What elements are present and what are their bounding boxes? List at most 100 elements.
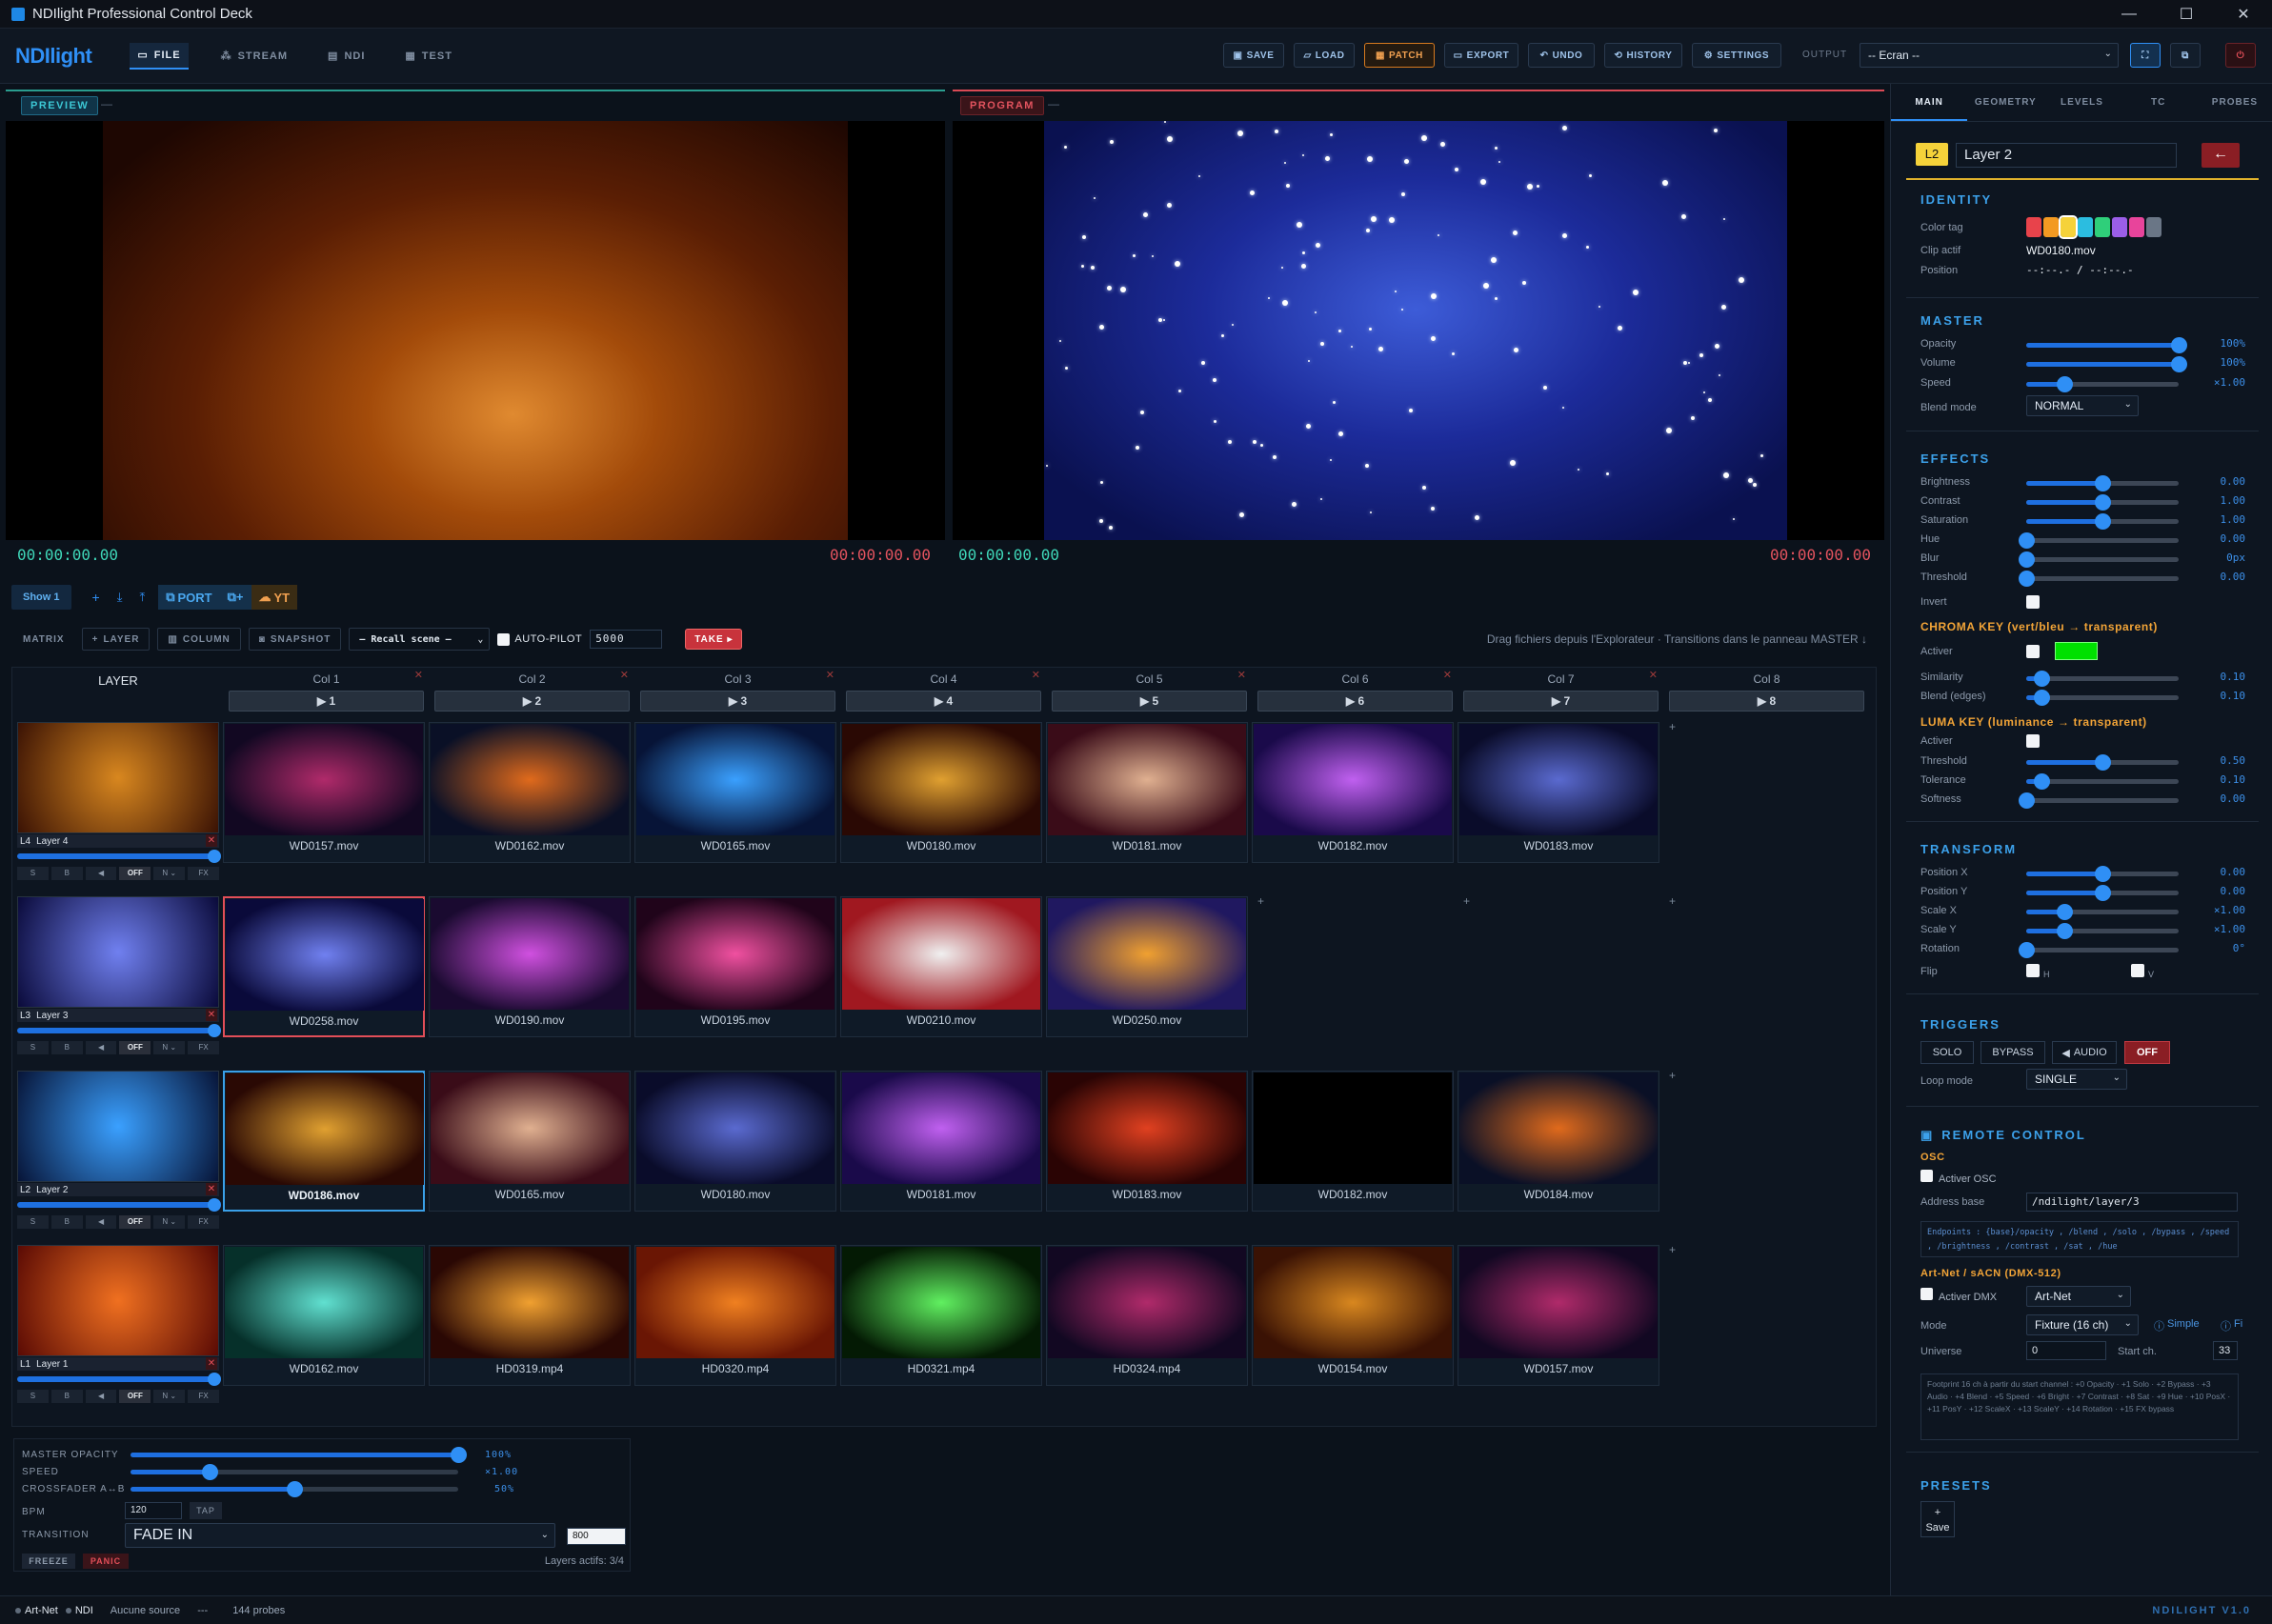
layer-btn[interactable]: ◀ (85, 867, 117, 880)
layer-name-input[interactable]: Layer 2 (1956, 143, 2177, 168)
port-button[interactable]: ⧉ PORT (158, 585, 220, 610)
tab-tc[interactable]: TC (2121, 84, 2197, 121)
chroma-color-swatch[interactable] (2055, 642, 2098, 660)
color-swatch[interactable] (2146, 217, 2161, 237)
show-tab[interactable]: Show 1 (11, 585, 71, 610)
luma-threshold-slider[interactable] (2026, 754, 2179, 771)
clip-cell[interactable]: WD0186.mov (223, 1071, 425, 1212)
layer-btn[interactable]: ◀ (85, 1390, 117, 1403)
close-icon[interactable]: ✕ (2215, 0, 2272, 29)
effect-slider[interactable] (2019, 571, 2179, 587)
start-channel-input[interactable]: 33 (2213, 1341, 2238, 1360)
clip-cell[interactable]: WD0157.mov (223, 722, 425, 863)
autopilot-checkbox[interactable] (497, 632, 511, 646)
transform-slider[interactable] (2026, 904, 2179, 920)
clip-cell[interactable]: HD0324.mp4 (1046, 1245, 1248, 1386)
play-column-button[interactable]: ▶ 1 (229, 691, 424, 712)
transform-slider[interactable] (2026, 923, 2179, 939)
close-icon[interactable]: ✕ (826, 669, 834, 681)
flip-h-checkbox[interactable] (2026, 964, 2040, 977)
patch-button[interactable]: ▦ PATCH (1364, 43, 1435, 68)
layer-btn[interactable]: FX (188, 1041, 219, 1054)
color-swatch[interactable] (2026, 217, 2041, 237)
effect-slider[interactable] (2026, 513, 2179, 530)
tolerance-slider[interactable] (2026, 773, 2179, 790)
add-clip-icon[interactable]: + (1669, 894, 1676, 908)
recall-scene-select[interactable]: – Recall scene – ⌄ (349, 628, 491, 651)
play-column-button[interactable]: ▶ 4 (846, 691, 1041, 712)
clip-cell[interactable]: WD0162.mov (429, 722, 631, 863)
download-icon[interactable]: ⤓ (117, 590, 123, 605)
tab-geometry[interactable]: GEOMETRY (1967, 84, 2043, 121)
clip-cell[interactable]: HD0320.mp4 (634, 1245, 836, 1386)
settings-button[interactable]: ⚙ SETTINGS (1692, 43, 1781, 68)
layer-btn[interactable]: FX (188, 867, 219, 880)
save-preset-button[interactable]: + Save (1920, 1501, 1955, 1537)
blend-edges-slider[interactable] (2026, 690, 2179, 706)
export-button[interactable]: ▭ EXPORT (1444, 43, 1518, 68)
clip-cell[interactable]: WD0182.mov (1252, 1071, 1454, 1212)
layer-btn[interactable]: B (50, 867, 83, 880)
bypass-button[interactable]: BYPASS (1980, 1041, 2045, 1064)
layer-thumbnail[interactable] (17, 1071, 219, 1182)
play-column-button[interactable]: ▶ 3 (640, 691, 835, 712)
upload-icon[interactable]: ⤒ (139, 590, 145, 605)
close-icon[interactable]: ✕ (206, 834, 217, 847)
dmx-mode-select[interactable]: Fixture (16 ch) ⌄ (2026, 1314, 2139, 1335)
layer-btn[interactable]: OFF (119, 1390, 151, 1403)
save-button[interactable]: ▣ SAVE (1223, 43, 1284, 68)
layer-btn[interactable]: B (50, 1215, 83, 1229)
clip-cell[interactable]: WD0258.mov (223, 896, 425, 1037)
layer-btn[interactable]: N ⌄ (153, 1215, 186, 1229)
add-clip-icon[interactable]: + (1669, 1069, 1676, 1082)
clip-cell[interactable]: WD0184.mov (1458, 1071, 1659, 1212)
clip-cell[interactable]: HD0321.mp4 (840, 1245, 1042, 1386)
layer-btn[interactable]: N ⌄ (153, 867, 186, 880)
clip-cell[interactable]: WD0181.mov (1046, 722, 1248, 863)
tab-probes[interactable]: PROBES (2197, 84, 2272, 121)
effect-slider[interactable] (2019, 551, 2179, 568)
color-swatch[interactable] (2059, 215, 2078, 239)
luma-activer-checkbox[interactable] (2026, 734, 2040, 748)
opacity-slider[interactable] (2026, 337, 2187, 353)
master-opacity-slider[interactable] (131, 1447, 467, 1463)
close-icon[interactable]: ✕ (414, 669, 423, 681)
clip-cell[interactable]: WD0154.mov (1252, 1245, 1454, 1386)
crossfader-slider[interactable] (131, 1481, 458, 1497)
close-icon[interactable]: ✕ (1649, 669, 1658, 681)
close-icon[interactable]: ✕ (620, 669, 629, 681)
dmx-protocol-select[interactable]: Art-Net ⌄ (2026, 1286, 2131, 1307)
close-icon[interactable]: ✕ (1237, 669, 1246, 681)
layer-btn[interactable]: ◀ (85, 1215, 117, 1229)
color-swatch[interactable] (2129, 217, 2144, 237)
tab-file[interactable]: ▭ FILE (130, 42, 189, 70)
tab-levels[interactable]: LEVELS (2043, 84, 2120, 121)
history-button[interactable]: ⟲ HISTORY (1604, 43, 1682, 68)
blend-mode-select[interactable]: NORMAL ⌄ (2026, 395, 2139, 416)
clip-cell[interactable]: WD0165.mov (634, 722, 836, 863)
add-clip-icon[interactable]: + (1669, 1243, 1676, 1256)
output-select[interactable]: -- Ecran -- ⌄ (1860, 43, 2119, 68)
layer-thumbnail[interactable] (17, 722, 219, 833)
volume-slider[interactable] (2026, 356, 2187, 372)
add-clip-icon[interactable]: + (1463, 894, 1470, 908)
layer-thumbnail[interactable] (17, 896, 219, 1008)
play-column-button[interactable]: ▶ 6 (1257, 691, 1453, 712)
layer-btn[interactable]: B (50, 1390, 83, 1403)
dmx-activer-checkbox[interactable] (1920, 1288, 1933, 1300)
simple-mode-link[interactable]: ⓘ Simple (2154, 1318, 2200, 1333)
audio-button[interactable]: ◀ AUDIO (2052, 1041, 2117, 1064)
back-arrow-button[interactable]: ← (2202, 143, 2240, 168)
minimize-icon[interactable]: — (2101, 0, 2158, 29)
layer-btn[interactable]: OFF (119, 1041, 151, 1054)
color-swatch[interactable] (2112, 217, 2127, 237)
clip-cell[interactable]: WD0190.mov (429, 896, 631, 1037)
layer-btn[interactable]: ◀ (85, 1041, 117, 1054)
close-icon[interactable]: ✕ (1032, 669, 1040, 681)
layer-btn[interactable]: OFF (119, 867, 151, 880)
clip-cell[interactable]: WD0210.mov (840, 896, 1042, 1037)
similarity-slider[interactable] (2026, 671, 2179, 687)
popout-button[interactable]: ⧉ (2170, 43, 2201, 68)
snapshot-button[interactable]: ◙ SNAPSHOT (248, 628, 342, 651)
universe-input[interactable]: 0 (2026, 1341, 2106, 1360)
